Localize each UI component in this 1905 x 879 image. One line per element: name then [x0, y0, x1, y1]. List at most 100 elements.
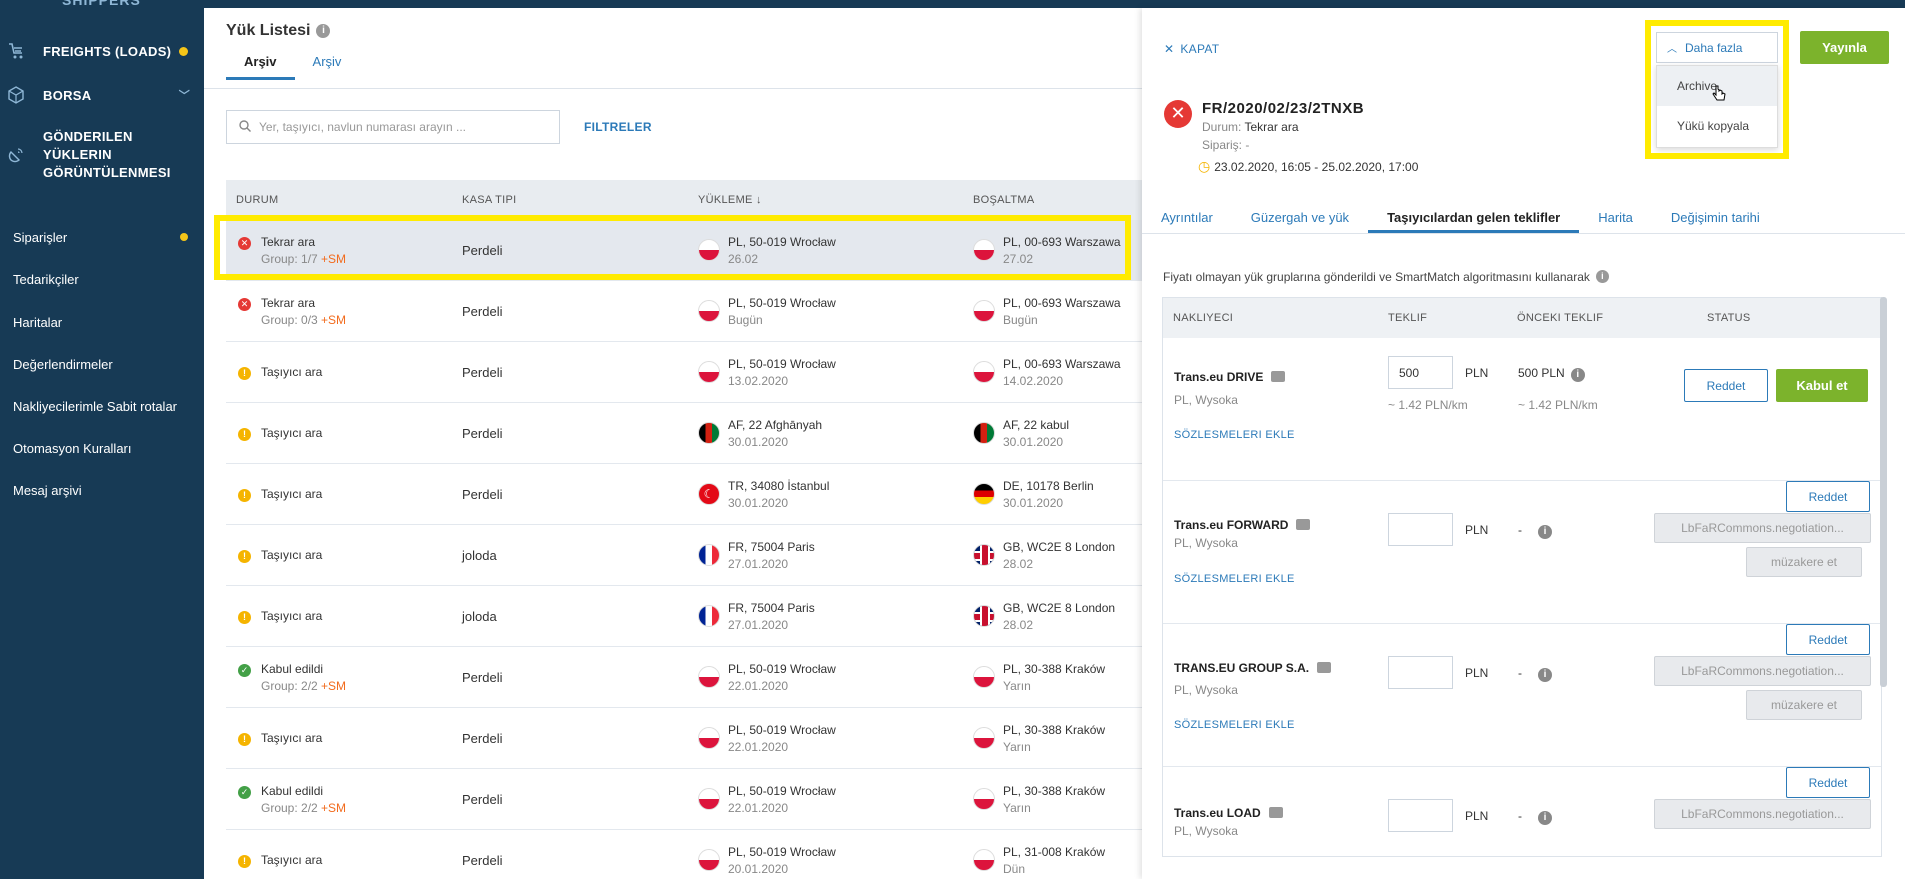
- table-row[interactable]: ! Taşıyıcı ara Perdeli AF, 22 Afghānyah 30.0…: [226, 403, 1142, 464]
- message-icon[interactable]: [1296, 519, 1311, 530]
- negotiation-button[interactable]: LbFaRCommons.negotiation...: [1654, 799, 1871, 829]
- info-icon[interactable]: i: [1538, 668, 1552, 682]
- sidebar-item-mesaj-arsivi[interactable]: Mesaj arşivi: [0, 480, 204, 500]
- sidebar-item-freights[interactable]: FREIGHTS (LOADS): [0, 40, 204, 62]
- body-type-cell: Perdeli: [462, 852, 503, 868]
- note-text: Fiyatı olmayan yük gruplarına gönderildi…: [1163, 270, 1590, 284]
- column-header-bosaltma[interactable]: BOŞALTMA: [973, 194, 1142, 206]
- info-icon[interactable]: i: [1538, 811, 1552, 825]
- loads-table: DURUM KASA TIPI YÜKLEME ↓ BOŞALTMA ✕ Tekr…: [226, 180, 1142, 879]
- status-icon: !: [238, 732, 251, 746]
- table-row[interactable]: ! Taşıyıcı ara Perdeli ☾ TR, 34080 İstanbul 3…: [226, 464, 1142, 525]
- sidebar-item-tedarikciler[interactable]: Tedarikçiler: [0, 269, 204, 289]
- body-type-cell: Perdeli: [462, 791, 503, 807]
- tab-arsiv-active[interactable]: Arşiv: [226, 50, 295, 80]
- loading-cell: PL, 50-019 Wrocław 22.01.2020: [698, 723, 973, 754]
- table-row[interactable]: ! Taşıyıcı ara joloda FR, 75004 Paris 27.01.…: [226, 586, 1142, 647]
- sidebar-item-siparisler[interactable]: Siparişler: [0, 227, 204, 247]
- af-flag-icon: [973, 422, 995, 444]
- accept-button[interactable]: Kabul et: [1776, 369, 1868, 402]
- sidebar-item-borsa[interactable]: BORSA ﹀: [0, 84, 204, 106]
- publish-button[interactable]: Yayınla: [1800, 31, 1889, 64]
- add-contracts-link[interactable]: SÖZLESMELERI EKLE: [1174, 429, 1295, 441]
- reject-button[interactable]: Reddet: [1786, 767, 1870, 798]
- offer-price-input[interactable]: [1388, 656, 1453, 689]
- status-icon: !: [238, 854, 251, 868]
- date-range: ◷ 23.02.2020, 16:05 - 25.02.2020, 17:00: [1198, 158, 1418, 175]
- carrier-location: PL, Wysoka: [1174, 824, 1238, 838]
- tab-arsiv[interactable]: Arşiv: [295, 50, 360, 80]
- column-header-yukleme[interactable]: YÜKLEME ↓: [698, 194, 973, 206]
- tab-teklifler[interactable]: Taşıyıcılardan gelen teklifler: [1368, 204, 1580, 233]
- group-label: Group: 2/2: [261, 800, 318, 815]
- tab-degisim-tarihi[interactable]: Değişimin tarihi: [1652, 204, 1779, 233]
- tab-guzergah[interactable]: Güzergah ve yük: [1232, 204, 1368, 233]
- unloading-cell: PL, 00-693 Warszawa Bugün: [973, 296, 1142, 327]
- table-row[interactable]: ! Taşıyıcı ara joloda FR, 75004 Paris 27.01.…: [226, 525, 1142, 586]
- loading-location: FR, 75004 Paris 27.01.2020: [728, 601, 815, 632]
- table-row[interactable]: ✓ Kabul edildi Group: 2/2 +SM Perdeli PL, 50…: [226, 769, 1142, 830]
- loading-place: PL, 50-019 Wrocław: [728, 661, 836, 676]
- loading-date: 22.01.2020: [728, 739, 789, 754]
- tab-harita[interactable]: Harita: [1579, 204, 1652, 233]
- table-row[interactable]: ✓ Kabul edildi Group: 2/2 +SM Perdeli PL, 50…: [226, 647, 1142, 708]
- close-button[interactable]: ✕ KAPAT: [1164, 42, 1219, 56]
- loading-cell: AF, 22 Afghānyah 30.01.2020: [698, 418, 973, 449]
- message-icon[interactable]: [1271, 371, 1286, 382]
- sidebar-item-label: Değerlendirmeler: [13, 356, 113, 372]
- more-button[interactable]: ︿ Daha fazla: [1656, 32, 1778, 63]
- loading-place: PL, 50-019 Wrocław: [728, 295, 836, 310]
- scrollbar[interactable]: [1880, 297, 1887, 687]
- tab-ayrintilar[interactable]: Ayrıntılar: [1142, 204, 1232, 233]
- unloading-cell: PL, 30-388 Kraków Yarın: [973, 723, 1142, 754]
- unloading-location: PL, 31-008 Kraków Dün: [1003, 845, 1105, 876]
- table-row[interactable]: ! Taşıyıcı ara Perdeli PL, 50-019 Wrocław 20…: [226, 830, 1142, 879]
- unloading-place: DE, 10178 Berlin: [1003, 478, 1094, 493]
- status-icon: ✓: [238, 663, 251, 677]
- negotiate-button[interactable]: müzakere et: [1746, 547, 1862, 577]
- message-icon[interactable]: [1268, 807, 1283, 818]
- pl-flag-icon: [973, 727, 995, 749]
- sidebar-label-line: GÖRÜNTÜLENMESI: [43, 165, 171, 180]
- pl-flag-icon: [698, 849, 720, 871]
- sidebar-item-haritalar[interactable]: Haritalar: [0, 312, 204, 332]
- negotiation-button[interactable]: LbFaRCommons.negotiation...: [1654, 513, 1871, 543]
- info-icon[interactable]: i: [1538, 525, 1552, 539]
- status-cell: ✓ Kabul edildi Group: 2/2 +SM: [226, 784, 462, 815]
- message-icon[interactable]: [1317, 662, 1332, 673]
- column-header-durum[interactable]: DURUM: [226, 194, 462, 206]
- info-icon[interactable]: i: [316, 24, 331, 38]
- sidebar-item-label: Mesaj arşivi: [13, 482, 82, 498]
- table-row[interactable]: ! Taşıyıcı ara Perdeli PL, 50-019 Wrocław 22…: [226, 708, 1142, 769]
- negotiate-button[interactable]: müzakere et: [1746, 690, 1862, 720]
- table-row[interactable]: ✕ Tekrar ara Group: 0/3 +SM Perdeli PL, 50-0…: [226, 281, 1142, 342]
- offer-price-input[interactable]: 500: [1388, 356, 1453, 389]
- info-icon[interactable]: i: [1570, 368, 1585, 382]
- column-header-kasa[interactable]: KASA TIPI: [462, 194, 698, 206]
- sidebar-item-tracking[interactable]: GÖNDERILEN YÜKLERIN GÖRÜNTÜLENMESI: [0, 128, 204, 182]
- column-header-teklif: TEKLIF: [1388, 312, 1428, 324]
- search-icon: [239, 119, 251, 135]
- sidebar-item-degerlendirmeler[interactable]: Değerlendirmeler: [0, 354, 204, 374]
- body-type-cell: Perdeli: [462, 242, 503, 258]
- add-contracts-link[interactable]: SÖZLESMELERI EKLE: [1174, 719, 1295, 731]
- offer-price-input[interactable]: [1388, 513, 1453, 546]
- status-cell: ✕ Tekrar ara Group: 1/7 +SM: [226, 235, 462, 266]
- info-icon[interactable]: i: [1595, 270, 1609, 283]
- reject-button[interactable]: Reddet: [1786, 624, 1870, 655]
- menu-item-copy-load[interactable]: Yükü kopyala: [1657, 106, 1777, 146]
- reject-button[interactable]: Reddet: [1786, 481, 1870, 512]
- reject-button[interactable]: Reddet: [1684, 369, 1768, 402]
- sidebar-item-sabit-rotalar[interactable]: Nakliyecilerimle Sabit rotalar: [0, 396, 204, 416]
- filters-link[interactable]: FILTRELER: [584, 120, 652, 134]
- sidebar-item-otomasyon[interactable]: Otomasyon Kuralları: [0, 438, 204, 458]
- add-contracts-link[interactable]: SÖZLESMELERI EKLE: [1174, 573, 1295, 585]
- offer-row: TRANS.EU GROUP S.A. PL, Wysoka SÖZLESMEL…: [1163, 624, 1881, 767]
- table-row[interactable]: ✕ Tekrar ara Group: 1/7 +SM Perdeli PL, 50-0…: [226, 220, 1142, 281]
- negotiation-button[interactable]: LbFaRCommons.negotiation...: [1654, 656, 1871, 686]
- offer-price-input[interactable]: [1388, 799, 1453, 832]
- chevron-up-icon: ︿: [1667, 44, 1677, 55]
- group-info: Group: 0/3 +SM: [261, 313, 346, 327]
- search-input[interactable]: Yer, taşıyıcı, navlun numarası arayın ..…: [226, 110, 560, 144]
- table-row[interactable]: ! Taşıyıcı ara Perdeli PL, 50-019 Wrocław 13…: [226, 342, 1142, 403]
